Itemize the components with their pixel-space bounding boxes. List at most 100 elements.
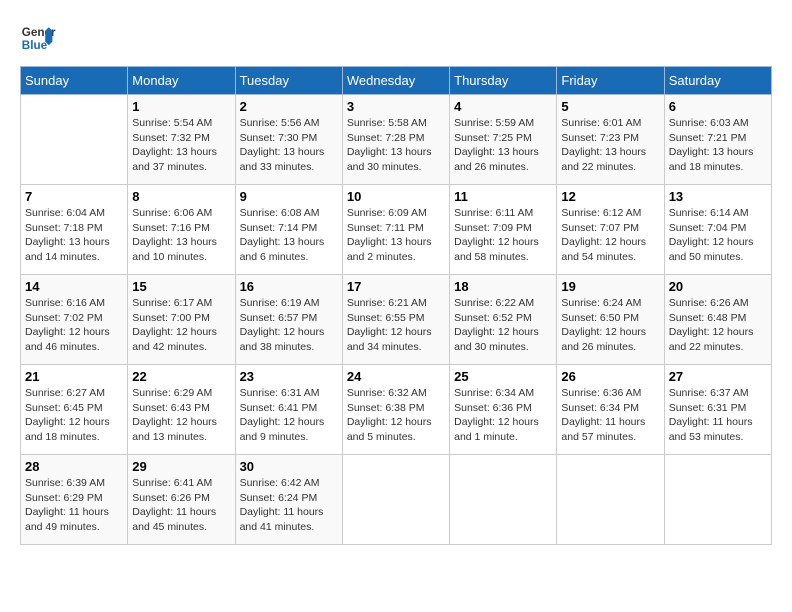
day-header-friday: Friday	[557, 67, 664, 95]
calendar-cell: 4 Sunrise: 5:59 AMSunset: 7:25 PMDaylight…	[450, 95, 557, 185]
day-info: Sunrise: 5:59 AMSunset: 7:25 PMDaylight:…	[454, 116, 552, 175]
calendar-cell	[450, 455, 557, 545]
day-header-monday: Monday	[128, 67, 235, 95]
day-number: 20	[669, 279, 767, 294]
day-info: Sunrise: 6:31 AMSunset: 6:41 PMDaylight:…	[240, 386, 338, 445]
day-number: 13	[669, 189, 767, 204]
calendar-cell: 27Sunrise: 6:37 AMSunset: 6:31 PMDayligh…	[664, 365, 771, 455]
day-info: Sunrise: 6:41 AMSunset: 6:26 PMDaylight:…	[132, 476, 230, 535]
day-info: Sunrise: 6:06 AMSunset: 7:16 PMDaylight:…	[132, 206, 230, 265]
logo-icon: General Blue	[20, 20, 56, 56]
day-header-saturday: Saturday	[664, 67, 771, 95]
calendar-cell: 7 Sunrise: 6:04 AMSunset: 7:18 PMDaylight…	[21, 185, 128, 275]
calendar-header-row: SundayMondayTuesdayWednesdayThursdayFrid…	[21, 67, 772, 95]
calendar-cell: 19 Sunrise: 6:24 AMSunset: 6:50 PMDayligh…	[557, 275, 664, 365]
calendar-cell: 21Sunrise: 6:27 AMSunset: 6:45 PMDayligh…	[21, 365, 128, 455]
day-number: 21	[25, 369, 123, 384]
day-number: 10	[347, 189, 445, 204]
calendar-cell: 10 Sunrise: 6:09 AMSunset: 7:11 PMDayligh…	[342, 185, 449, 275]
day-info: Sunrise: 6:14 AMSunset: 7:04 PMDaylight:…	[669, 206, 767, 265]
calendar-cell: 17 Sunrise: 6:21 AMSunset: 6:55 PMDayligh…	[342, 275, 449, 365]
calendar-cell	[342, 455, 449, 545]
day-number: 9	[240, 189, 338, 204]
calendar-cell: 26Sunrise: 6:36 AMSunset: 6:34 PMDayligh…	[557, 365, 664, 455]
calendar-cell: 3 Sunrise: 5:58 AMSunset: 7:28 PMDaylight…	[342, 95, 449, 185]
calendar-cell: 9 Sunrise: 6:08 AMSunset: 7:14 PMDaylight…	[235, 185, 342, 275]
calendar-week-3: 14 Sunrise: 6:16 AMSunset: 7:02 PMDayligh…	[21, 275, 772, 365]
calendar-cell: 11Sunrise: 6:11 AMSunset: 7:09 PMDayligh…	[450, 185, 557, 275]
calendar-cell: 5 Sunrise: 6:01 AMSunset: 7:23 PMDaylight…	[557, 95, 664, 185]
day-number: 17	[347, 279, 445, 294]
calendar-cell: 29 Sunrise: 6:41 AMSunset: 6:26 PMDayligh…	[128, 455, 235, 545]
day-number: 27	[669, 369, 767, 384]
calendar-cell: 25 Sunrise: 6:34 AMSunset: 6:36 PMDayligh…	[450, 365, 557, 455]
day-number: 6	[669, 99, 767, 114]
day-info: Sunrise: 6:22 AMSunset: 6:52 PMDaylight:…	[454, 296, 552, 355]
day-header-tuesday: Tuesday	[235, 67, 342, 95]
day-info: Sunrise: 6:39 AMSunset: 6:29 PMDaylight:…	[25, 476, 123, 535]
day-info: Sunrise: 5:58 AMSunset: 7:28 PMDaylight:…	[347, 116, 445, 175]
day-info: Sunrise: 6:17 AMSunset: 7:00 PMDaylight:…	[132, 296, 230, 355]
day-info: Sunrise: 5:56 AMSunset: 7:30 PMDaylight:…	[240, 116, 338, 175]
day-number: 14	[25, 279, 123, 294]
day-info: Sunrise: 6:03 AMSunset: 7:21 PMDaylight:…	[669, 116, 767, 175]
day-info: Sunrise: 6:12 AMSunset: 7:07 PMDaylight:…	[561, 206, 659, 265]
day-number: 26	[561, 369, 659, 384]
day-info: Sunrise: 6:08 AMSunset: 7:14 PMDaylight:…	[240, 206, 338, 265]
calendar-cell	[21, 95, 128, 185]
calendar-cell: 20 Sunrise: 6:26 AMSunset: 6:48 PMDayligh…	[664, 275, 771, 365]
day-number: 28	[25, 459, 123, 474]
day-info: Sunrise: 5:54 AMSunset: 7:32 PMDaylight:…	[132, 116, 230, 175]
calendar-week-4: 21Sunrise: 6:27 AMSunset: 6:45 PMDayligh…	[21, 365, 772, 455]
calendar-week-2: 7 Sunrise: 6:04 AMSunset: 7:18 PMDaylight…	[21, 185, 772, 275]
day-info: Sunrise: 6:34 AMSunset: 6:36 PMDaylight:…	[454, 386, 552, 445]
day-info: Sunrise: 6:24 AMSunset: 6:50 PMDaylight:…	[561, 296, 659, 355]
calendar-cell: 22 Sunrise: 6:29 AMSunset: 6:43 PMDayligh…	[128, 365, 235, 455]
calendar-body: 1 Sunrise: 5:54 AMSunset: 7:32 PMDaylight…	[21, 95, 772, 545]
day-number: 19	[561, 279, 659, 294]
day-info: Sunrise: 6:09 AMSunset: 7:11 PMDaylight:…	[347, 206, 445, 265]
day-number: 30	[240, 459, 338, 474]
day-info: Sunrise: 6:21 AMSunset: 6:55 PMDaylight:…	[347, 296, 445, 355]
day-info: Sunrise: 6:16 AMSunset: 7:02 PMDaylight:…	[25, 296, 123, 355]
calendar-cell: 16 Sunrise: 6:19 AMSunset: 6:57 PMDayligh…	[235, 275, 342, 365]
calendar-cell: 24 Sunrise: 6:32 AMSunset: 6:38 PMDayligh…	[342, 365, 449, 455]
calendar-cell: 30 Sunrise: 6:42 AMSunset: 6:24 PMDayligh…	[235, 455, 342, 545]
page-header: General Blue	[20, 20, 772, 56]
day-number: 3	[347, 99, 445, 114]
day-number: 22	[132, 369, 230, 384]
day-number: 4	[454, 99, 552, 114]
day-header-wednesday: Wednesday	[342, 67, 449, 95]
calendar-cell: 6 Sunrise: 6:03 AMSunset: 7:21 PMDaylight…	[664, 95, 771, 185]
day-number: 24	[347, 369, 445, 384]
calendar-cell: 28 Sunrise: 6:39 AMSunset: 6:29 PMDayligh…	[21, 455, 128, 545]
day-number: 5	[561, 99, 659, 114]
day-info: Sunrise: 6:11 AMSunset: 7:09 PMDaylight:…	[454, 206, 552, 265]
day-header-sunday: Sunday	[21, 67, 128, 95]
logo: General Blue	[20, 20, 56, 56]
day-info: Sunrise: 6:26 AMSunset: 6:48 PMDaylight:…	[669, 296, 767, 355]
day-info: Sunrise: 6:19 AMSunset: 6:57 PMDaylight:…	[240, 296, 338, 355]
day-info: Sunrise: 6:01 AMSunset: 7:23 PMDaylight:…	[561, 116, 659, 175]
calendar-cell: 8 Sunrise: 6:06 AMSunset: 7:16 PMDaylight…	[128, 185, 235, 275]
day-number: 25	[454, 369, 552, 384]
calendar-table: SundayMondayTuesdayWednesdayThursdayFrid…	[20, 66, 772, 545]
calendar-cell: 14 Sunrise: 6:16 AMSunset: 7:02 PMDayligh…	[21, 275, 128, 365]
day-number: 8	[132, 189, 230, 204]
calendar-cell	[557, 455, 664, 545]
calendar-week-5: 28 Sunrise: 6:39 AMSunset: 6:29 PMDayligh…	[21, 455, 772, 545]
day-info: Sunrise: 6:42 AMSunset: 6:24 PMDaylight:…	[240, 476, 338, 535]
day-header-thursday: Thursday	[450, 67, 557, 95]
day-number: 15	[132, 279, 230, 294]
calendar-cell: 1 Sunrise: 5:54 AMSunset: 7:32 PMDaylight…	[128, 95, 235, 185]
day-number: 7	[25, 189, 123, 204]
calendar-cell: 18Sunrise: 6:22 AMSunset: 6:52 PMDayligh…	[450, 275, 557, 365]
day-info: Sunrise: 6:04 AMSunset: 7:18 PMDaylight:…	[25, 206, 123, 265]
day-number: 2	[240, 99, 338, 114]
day-info: Sunrise: 6:29 AMSunset: 6:43 PMDaylight:…	[132, 386, 230, 445]
day-info: Sunrise: 6:32 AMSunset: 6:38 PMDaylight:…	[347, 386, 445, 445]
day-number: 1	[132, 99, 230, 114]
day-number: 16	[240, 279, 338, 294]
day-number: 29	[132, 459, 230, 474]
day-number: 23	[240, 369, 338, 384]
